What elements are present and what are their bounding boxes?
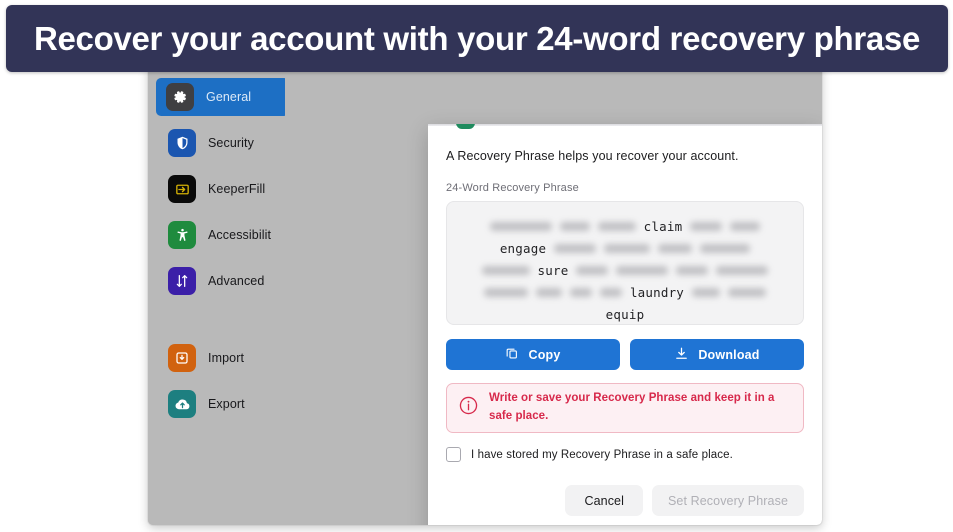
phrase-row: equip [459, 303, 791, 325]
sidebar-item-label: Import [208, 351, 245, 365]
download-button-label: Download [698, 347, 760, 362]
phrase-row: sure [459, 259, 791, 281]
phrase-word-blurred [599, 287, 622, 297]
copy-icon [505, 346, 519, 363]
fill-arrow-icon [168, 175, 196, 203]
phrase-word-blurred [569, 287, 592, 297]
phrase-word-blurred [690, 221, 723, 231]
sidebar-item-label: Export [208, 397, 245, 411]
phrase-word: laundry [629, 284, 685, 300]
sidebar-item-accessibility[interactable]: Accessibilit [158, 216, 285, 254]
confirm-checkbox-row[interactable]: I have stored my Recovery Phrase in a sa… [446, 447, 804, 462]
phrase-word: sure [537, 262, 569, 278]
phrase-word-blurred [676, 265, 709, 275]
recovery-warning-banner: Write or save your Recovery Phrase and k… [446, 383, 804, 433]
modal-description: A Recovery Phrase helps you recover your… [446, 149, 739, 163]
phrase-word-blurred [692, 287, 721, 297]
sidebar-item-security[interactable]: Security [158, 124, 285, 162]
sliders-icon [168, 267, 196, 295]
phrase-word: claim [643, 218, 683, 234]
phrase-word: engage [499, 240, 547, 256]
set-recovery-phrase-button[interactable]: Set Recovery Phrase [651, 485, 804, 516]
phrase-word-blurred [535, 287, 562, 297]
sidebar-item-import[interactable]: Import [158, 339, 285, 377]
download-button[interactable]: Download [630, 339, 804, 370]
copy-button[interactable]: Copy [446, 339, 620, 370]
stored-phrase-checkbox-label: I have stored my Recovery Phrase in a sa… [471, 448, 733, 461]
phrase-word-blurred [700, 243, 751, 253]
phrase-word-blurred [616, 265, 669, 275]
phrase-word-blurred [559, 221, 590, 231]
recovery-phrase-box[interactable]: claim engage sure laundry equip [446, 201, 804, 325]
phrase-actions: Copy Download [446, 339, 804, 370]
accessibility-icon [168, 221, 196, 249]
phrase-row: engage [459, 237, 791, 259]
sidebar-item-label: KeeperFill [208, 182, 266, 196]
modal-footer: Cancel Set Recovery Phrase [446, 485, 804, 516]
cancel-button[interactable]: Cancel [565, 485, 643, 516]
sidebar-item-keeperfill[interactable]: KeeperFill [158, 170, 285, 208]
recovery-phrase-modal: A Recovery Phrase helps you recover your… [428, 124, 822, 525]
sidebar-item-export[interactable]: Export [158, 385, 285, 423]
screenshot-root: General Security KeeperFill Accessibilit… [0, 0, 953, 532]
sidebar-item-label: Accessibilit [208, 228, 272, 242]
phrase-row: laundry [459, 281, 791, 303]
phrase-word-blurred [576, 265, 609, 275]
phrase-word-blurred [481, 265, 530, 275]
phrase-field-label: 24-Word Recovery Phrase [446, 182, 579, 194]
modal-top-rule [428, 124, 822, 126]
phrase-row: claim [459, 215, 791, 237]
settings-sidebar: General Security KeeperFill Accessibilit… [148, 62, 289, 525]
gear-icon [166, 83, 194, 111]
phrase-word-blurred [489, 221, 552, 231]
sidebar-item-advanced[interactable]: Advanced [158, 262, 285, 300]
phrase-word-blurred [658, 243, 693, 253]
phrase-word-blurred [604, 243, 651, 253]
app-window: General Security KeeperFill Accessibilit… [148, 62, 822, 525]
shield-icon [168, 129, 196, 157]
import-icon [168, 344, 196, 372]
phrase-word-blurred [730, 221, 761, 231]
phrase-word-blurred [597, 221, 636, 231]
sidebar-item-label: Advanced [208, 274, 265, 288]
success-check-icon [456, 124, 475, 129]
phrase-word: equip [605, 306, 645, 322]
sidebar-item-label: General [206, 90, 252, 104]
sidebar-item-label: Security [208, 136, 254, 150]
export-cloud-icon [168, 390, 196, 418]
phrase-word-blurred [554, 243, 597, 253]
download-icon [674, 346, 689, 364]
phrase-word-blurred [716, 265, 769, 275]
stored-phrase-checkbox[interactable] [446, 447, 461, 462]
headline-banner: Recover your account with your 24-word r… [6, 5, 948, 72]
phrase-word-blurred [483, 287, 528, 297]
copy-button-label: Copy [528, 347, 561, 362]
headline-banner-title: Recover your account with your 24-word r… [33, 19, 921, 57]
info-circle-icon [458, 395, 479, 421]
phrase-word-blurred [728, 287, 767, 297]
sidebar-item-general[interactable]: General [156, 78, 289, 116]
recovery-warning-text: Write or save your Recovery Phrase and k… [489, 392, 775, 422]
